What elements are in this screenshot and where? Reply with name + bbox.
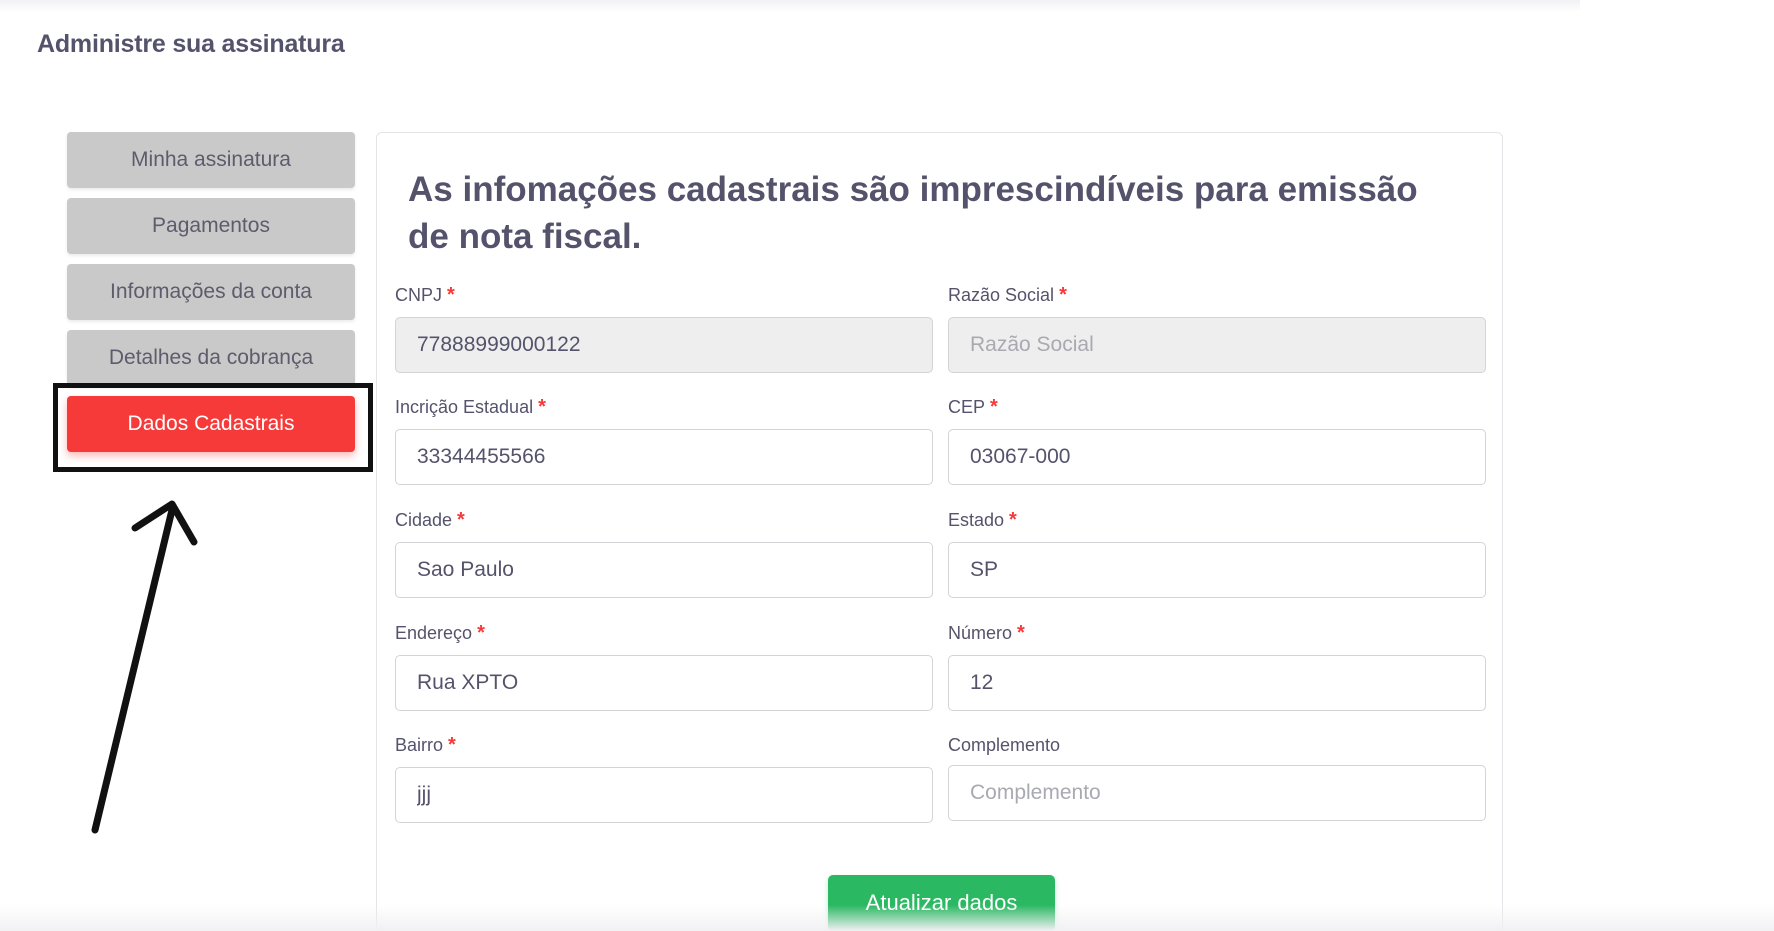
complemento-label: Complemento [948,735,1061,755]
registration-card: As infomações cadastrais são imprescindí… [376,132,1503,931]
cnpj-input[interactable] [395,317,933,373]
endereco-field: Endereço * [395,621,933,711]
cidade-field: Cidade * [395,508,933,598]
endereco-input[interactable] [395,655,933,711]
numero-label: Número * [948,622,1025,644]
sidebar-item-detalhes-da-cobranca[interactable]: Detalhes da cobrança [67,330,355,386]
highlight-box [53,383,373,472]
razao-social-input[interactable] [948,317,1486,373]
sidebar-item-pagamentos[interactable]: Pagamentos [67,198,355,254]
page-title: Administre sua assinatura [37,30,345,58]
cep-field: CEP * [948,395,1486,485]
bairro-label: Bairro * [395,734,456,756]
razao-social-field: Razão Social * [948,283,1486,373]
cnpj-label: CNPJ * [395,284,455,306]
atualizar-dados-button[interactable]: Atualizar dados [828,875,1055,931]
inscricao-estadual-field: Incrição Estadual * [395,395,933,485]
cidade-label: Cidade * [395,509,465,531]
bairro-input[interactable] [395,767,933,823]
inscricao-estadual-input[interactable] [395,429,933,485]
required-mark: * [448,734,456,756]
razao-social-label: Razão Social * [948,284,1067,306]
complemento-field: Complemento [948,733,1486,821]
required-mark: * [447,284,455,306]
top-shade [0,0,1580,12]
sidebar-item-informacoes-da-conta[interactable]: Informações da conta [67,264,355,320]
cidade-input[interactable] [395,542,933,598]
bairro-field: Bairro * [395,733,933,823]
endereco-label: Endereço * [395,622,485,644]
required-mark: * [1059,284,1067,306]
numero-field: Número * [948,621,1486,711]
numero-input[interactable] [948,655,1486,711]
form-heading: As infomações cadastrais são imprescindí… [408,170,1418,256]
required-mark: * [477,622,485,644]
arrow-annotation-icon [91,500,198,834]
estado-input[interactable] [948,542,1486,598]
required-mark: * [1009,509,1017,531]
sidebar-item-minha-assinatura[interactable]: Minha assinatura [67,132,355,188]
estado-field: Estado * [948,508,1486,598]
inscricao-estadual-label: Incrição Estadual * [395,396,546,418]
complemento-input[interactable] [948,765,1486,821]
estado-label: Estado * [948,509,1017,531]
cnpj-field: CNPJ * [395,283,933,373]
cep-input[interactable] [948,429,1486,485]
required-mark: * [538,396,546,418]
cep-label: CEP * [948,396,998,418]
required-mark: * [990,396,998,418]
required-mark: * [1017,622,1025,644]
required-mark: * [457,509,465,531]
